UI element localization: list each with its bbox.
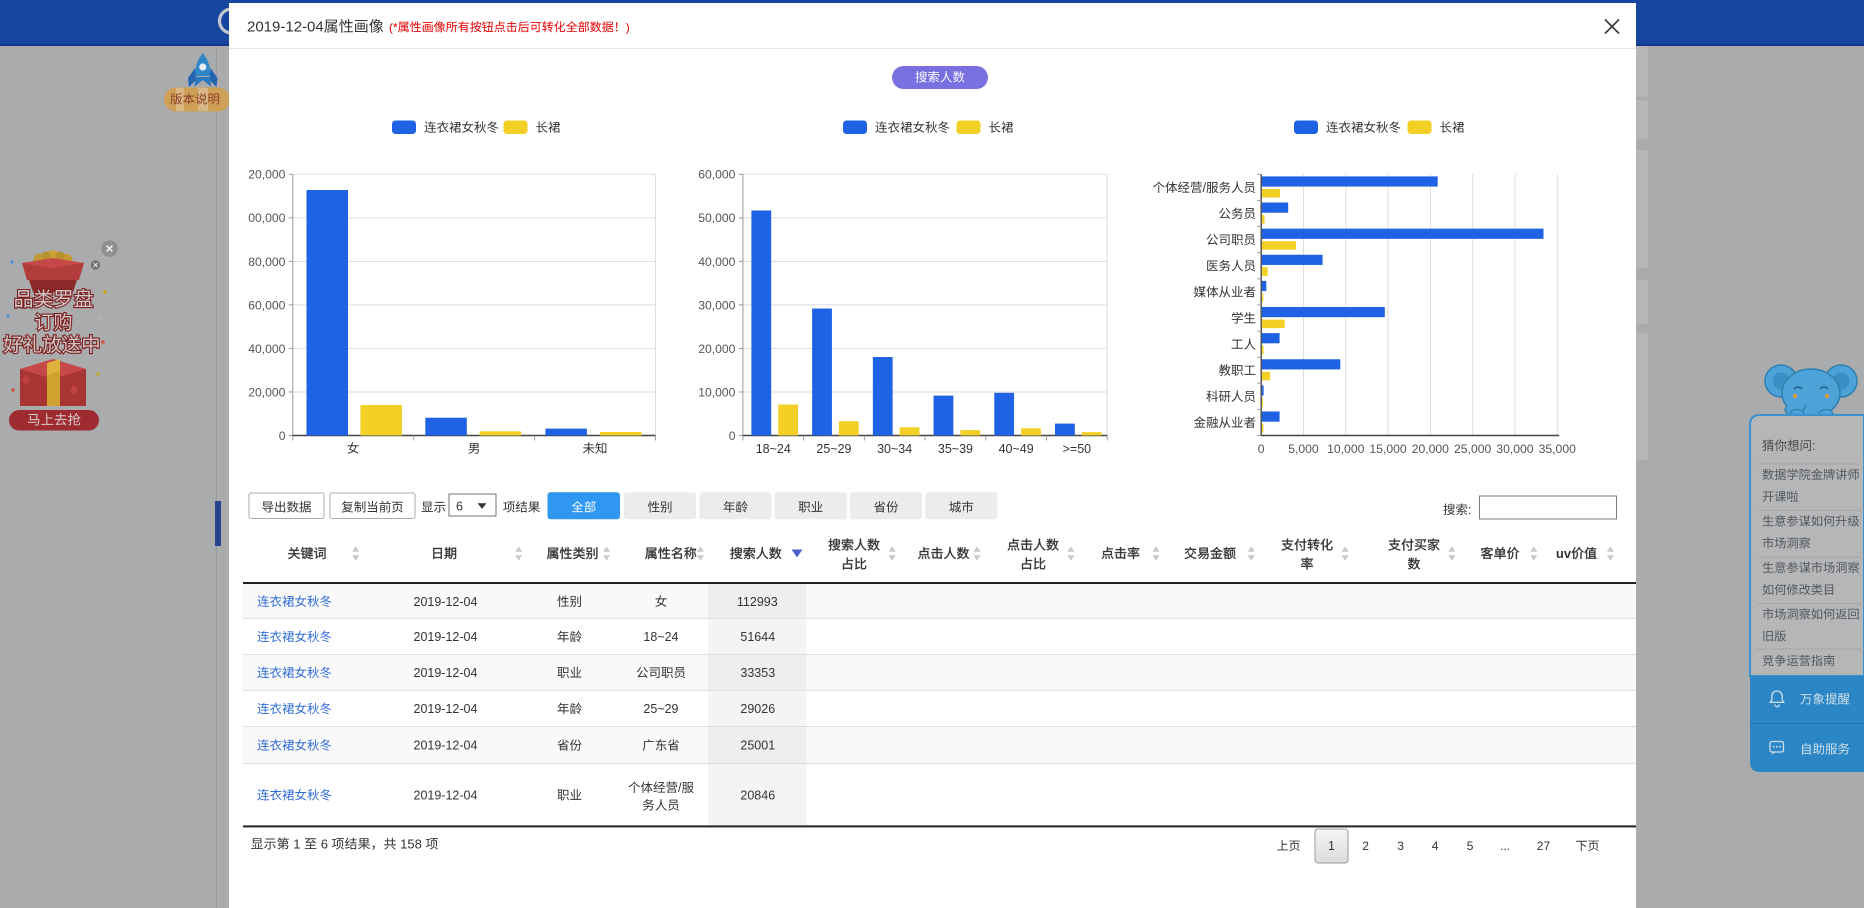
svg-text:35~39: 35~39 [938,442,973,456]
svg-text:10,000: 10,000 [698,385,735,399]
svg-text:15,000: 15,000 [1369,442,1406,456]
svg-text:18~24: 18~24 [643,630,678,644]
svg-text:): ) [626,20,630,34]
svg-text:50,000: 50,000 [698,211,735,225]
svg-text:25001: 25001 [740,739,775,753]
svg-text::: : [1812,439,1815,453]
svg-text:2019-12-04: 2019-12-04 [414,630,478,644]
svg-text:0: 0 [279,429,286,443]
svg-text:112993: 112993 [737,595,778,609]
svg-text:30~34: 30~34 [877,442,912,456]
svg-text:2019-12-04: 2019-12-04 [414,702,478,716]
svg-text:30,000: 30,000 [698,298,735,312]
svg-text:29026: 29026 [740,702,775,716]
svg-text:20846: 20846 [740,789,775,803]
svg-text:60,000: 60,000 [248,298,285,312]
svg-text:25,000: 25,000 [1454,442,1491,456]
svg-text:2019-12-04: 2019-12-04 [247,19,324,36]
svg-text:30,000: 30,000 [1496,442,1533,456]
svg-text:5,000: 5,000 [1288,442,1319,456]
svg-text:40,000: 40,000 [248,342,285,356]
svg-text:/: / [1203,181,1207,195]
svg-text:27: 27 [1537,839,1551,853]
svg-text:2019-12-04: 2019-12-04 [414,666,478,680]
svg-text:20,000: 20,000 [248,385,285,399]
svg-text:25~29: 25~29 [643,702,678,716]
svg-text::: : [1468,503,1471,517]
svg-text:/: / [678,781,682,795]
svg-text:51644: 51644 [740,630,775,644]
svg-text:25~29: 25~29 [816,442,851,456]
svg-text:2019-12-04: 2019-12-04 [414,595,478,609]
svg-text:18~24: 18~24 [756,442,791,456]
svg-text:10,000: 10,000 [1327,442,1364,456]
svg-text:0: 0 [729,429,736,443]
svg-text:5: 5 [1467,839,1474,853]
svg-text:3: 3 [1397,839,1404,853]
svg-text:0: 0 [1258,442,1265,456]
svg-text:1: 1 [290,837,304,852]
svg-text:1: 1 [1328,839,1335,853]
svg-text:00,000: 00,000 [248,211,285,225]
svg-text:20,000: 20,000 [698,342,735,356]
svg-text:...: ... [1500,839,1510,853]
svg-text:uv: uv [1556,546,1572,561]
svg-text:2019-12-04: 2019-12-04 [414,789,478,803]
svg-text:20,000: 20,000 [1412,442,1449,456]
svg-text:158: 158 [397,837,426,852]
svg-text:>=50: >=50 [1063,442,1092,456]
svg-text:6: 6 [456,500,463,514]
svg-text:6: 6 [317,837,331,852]
svg-text:60,000: 60,000 [698,168,735,182]
svg-text:80,000: 80,000 [248,255,285,269]
svg-text:33353: 33353 [740,666,775,680]
svg-text:35,000: 35,000 [1539,442,1576,456]
svg-text:40~49: 40~49 [999,442,1034,456]
svg-text:2019-12-04: 2019-12-04 [414,739,478,753]
svg-text:20,000: 20,000 [248,168,285,182]
svg-text:40,000: 40,000 [698,255,735,269]
svg-text:2: 2 [1362,839,1369,853]
svg-text:4: 4 [1432,839,1439,853]
svg-text:(*: (* [389,20,398,34]
